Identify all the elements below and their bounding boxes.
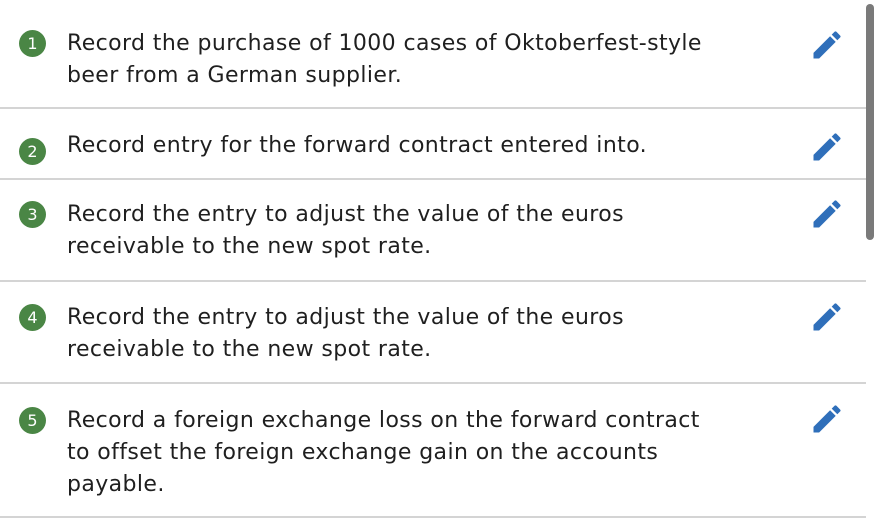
step-number-badge: 3 bbox=[19, 201, 46, 228]
pencil-icon bbox=[813, 31, 841, 59]
list-item: 1 Record the purchase of 1000 cases of O… bbox=[0, 0, 866, 109]
journal-entry-list: 1 Record the purchase of 1000 cases of O… bbox=[0, 0, 866, 518]
pencil-icon bbox=[813, 303, 841, 331]
step-number-badge: 5 bbox=[19, 407, 46, 434]
scrollbar-thumb[interactable] bbox=[866, 4, 874, 240]
pencil-icon bbox=[813, 133, 841, 161]
edit-button[interactable] bbox=[809, 27, 845, 63]
step-description: Record a foreign exchange loss on the fo… bbox=[67, 408, 700, 497]
step-description: Record the entry to adjust the value of … bbox=[67, 305, 624, 362]
edit-button[interactable] bbox=[809, 299, 845, 335]
list-item: 4 Record the entry to adjust the value o… bbox=[0, 282, 866, 384]
edit-button[interactable] bbox=[809, 129, 845, 165]
step-description: Record the entry to adjust the value of … bbox=[67, 202, 624, 259]
list-item: 5 Record a foreign exchange loss on the … bbox=[0, 384, 866, 518]
list-item: 3 Record the entry to adjust the value o… bbox=[0, 180, 866, 282]
step-description: Record entry for the forward contract en… bbox=[67, 133, 648, 158]
step-description: Record the purchase of 1000 cases of Okt… bbox=[67, 31, 702, 88]
step-number-badge: 2 bbox=[19, 138, 46, 165]
pencil-icon bbox=[813, 200, 841, 228]
pencil-icon bbox=[813, 405, 841, 433]
vertical-scrollbar[interactable] bbox=[866, 0, 876, 522]
step-number-badge: 1 bbox=[19, 30, 46, 57]
list-item: 2 Record entry for the forward contract … bbox=[0, 109, 866, 180]
step-number-badge: 4 bbox=[19, 304, 46, 331]
edit-button[interactable] bbox=[809, 196, 845, 232]
edit-button[interactable] bbox=[809, 401, 845, 437]
